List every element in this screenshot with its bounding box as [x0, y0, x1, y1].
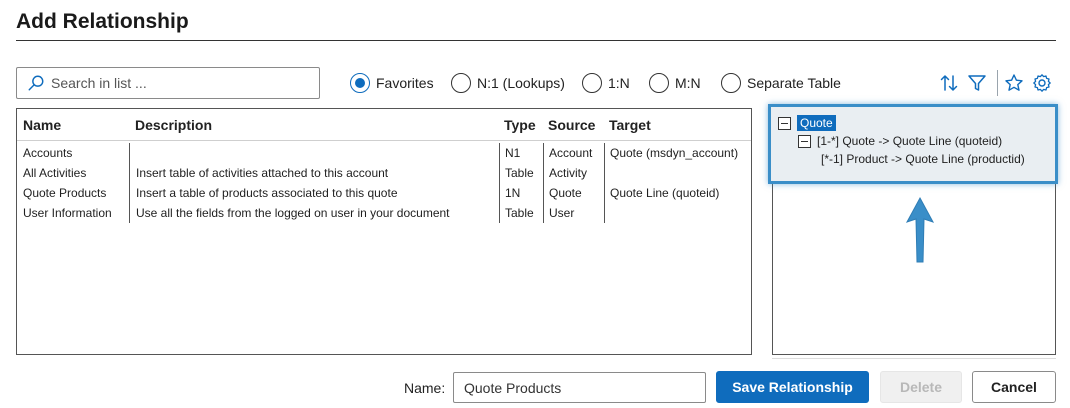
cell-type: N1	[499, 143, 543, 163]
cell-target	[604, 163, 751, 183]
cell-type: 1N	[499, 183, 543, 203]
column-header-source[interactable]: Source	[543, 109, 604, 141]
collapse-icon[interactable]	[798, 134, 811, 148]
cell-source: Activity	[543, 163, 604, 183]
radio-favorites[interactable]: Favorites	[350, 70, 434, 96]
cell-type: Table	[499, 163, 543, 183]
cell-source: Quote	[543, 183, 604, 203]
cell-type: Table	[499, 203, 543, 223]
save-relationship-button[interactable]: Save Relationship	[716, 371, 869, 403]
radio-selected-icon	[350, 73, 370, 93]
cell-target: Quote Line (quoteid)	[604, 183, 751, 203]
radio-label: Separate Table	[747, 75, 841, 91]
tree-node-child[interactable]: [*-1] Product -> Quote Line (productid)	[821, 152, 1025, 166]
search-icon	[28, 75, 44, 91]
tree-node-child[interactable]: [1-*] Quote -> Quote Line (quoteid)	[798, 134, 1002, 148]
delete-button[interactable]: Delete	[880, 371, 962, 403]
list-body: Accounts N1 Account Quote (msdyn_account…	[17, 141, 751, 223]
cell-name: Accounts	[23, 146, 73, 160]
radio-icon	[582, 73, 602, 93]
toolbar-divider	[997, 70, 998, 96]
star-icon[interactable]	[1003, 72, 1025, 94]
radio-label: N:1 (Lookups)	[477, 75, 565, 91]
cell-name: User Information	[23, 206, 112, 220]
cell-source: User	[543, 203, 604, 223]
radio-label: M:N	[675, 75, 701, 91]
table-row[interactable]: All Activities Insert table of activitie…	[17, 163, 751, 183]
tree-node-label[interactable]: [1-*] Quote -> Quote Line (quoteid)	[817, 134, 1002, 148]
radio-icon	[451, 73, 471, 93]
footer-divider	[772, 358, 1056, 359]
radio-label: 1:N	[608, 75, 630, 91]
table-row[interactable]: User Information Use all the fields from…	[17, 203, 751, 223]
name-field[interactable]	[453, 372, 706, 403]
arrow-up-icon	[905, 196, 935, 263]
cell-description: Insert a table of products associated to…	[129, 183, 499, 203]
column-header-target[interactable]: Target	[604, 109, 751, 141]
tree-node-label[interactable]: Quote	[797, 115, 836, 131]
cell-description	[129, 143, 499, 163]
radio-icon	[721, 73, 741, 93]
table-row[interactable]: Quote Products Insert a table of product…	[17, 183, 751, 203]
list-header: Name Description Type Source Target	[17, 109, 751, 141]
column-header-name[interactable]: Name	[17, 109, 129, 141]
search-box[interactable]	[16, 67, 320, 99]
cell-description: Use all the fields from the logged on us…	[129, 203, 499, 223]
radio-label: Favorites	[376, 75, 434, 91]
sort-icon[interactable]	[938, 72, 960, 94]
cell-target: Quote (msdyn_account)	[604, 143, 751, 163]
radio-separate-table[interactable]: Separate Table	[721, 70, 841, 96]
radio-mn[interactable]: M:N	[649, 70, 701, 96]
filter-icon[interactable]	[966, 72, 988, 94]
column-header-description[interactable]: Description	[129, 109, 499, 141]
relationship-list[interactable]: Name Description Type Source Target Acco…	[16, 108, 752, 355]
name-label: Name:	[404, 380, 446, 396]
column-header-type[interactable]: Type	[499, 109, 543, 141]
search-input[interactable]	[51, 75, 301, 91]
cell-description: Insert table of activities attached to t…	[129, 163, 499, 183]
cell-name: Quote Products	[23, 186, 107, 200]
gear-icon[interactable]	[1031, 72, 1053, 94]
title-divider	[16, 40, 1056, 41]
cancel-button[interactable]: Cancel	[972, 371, 1056, 403]
page-title: Add Relationship	[16, 10, 189, 33]
tree-node-root[interactable]: Quote	[778, 115, 836, 131]
radio-1n[interactable]: 1:N	[582, 70, 630, 96]
cell-source: Account	[543, 143, 604, 163]
table-row[interactable]: Accounts N1 Account Quote (msdyn_account…	[17, 143, 751, 163]
radio-icon	[649, 73, 669, 93]
cell-target	[604, 203, 751, 223]
tree-node-label[interactable]: [*-1] Product -> Quote Line (productid)	[821, 152, 1025, 166]
radio-n1-lookups[interactable]: N:1 (Lookups)	[451, 70, 565, 96]
cell-name: All Activities	[23, 166, 87, 180]
collapse-icon[interactable]	[778, 116, 791, 130]
